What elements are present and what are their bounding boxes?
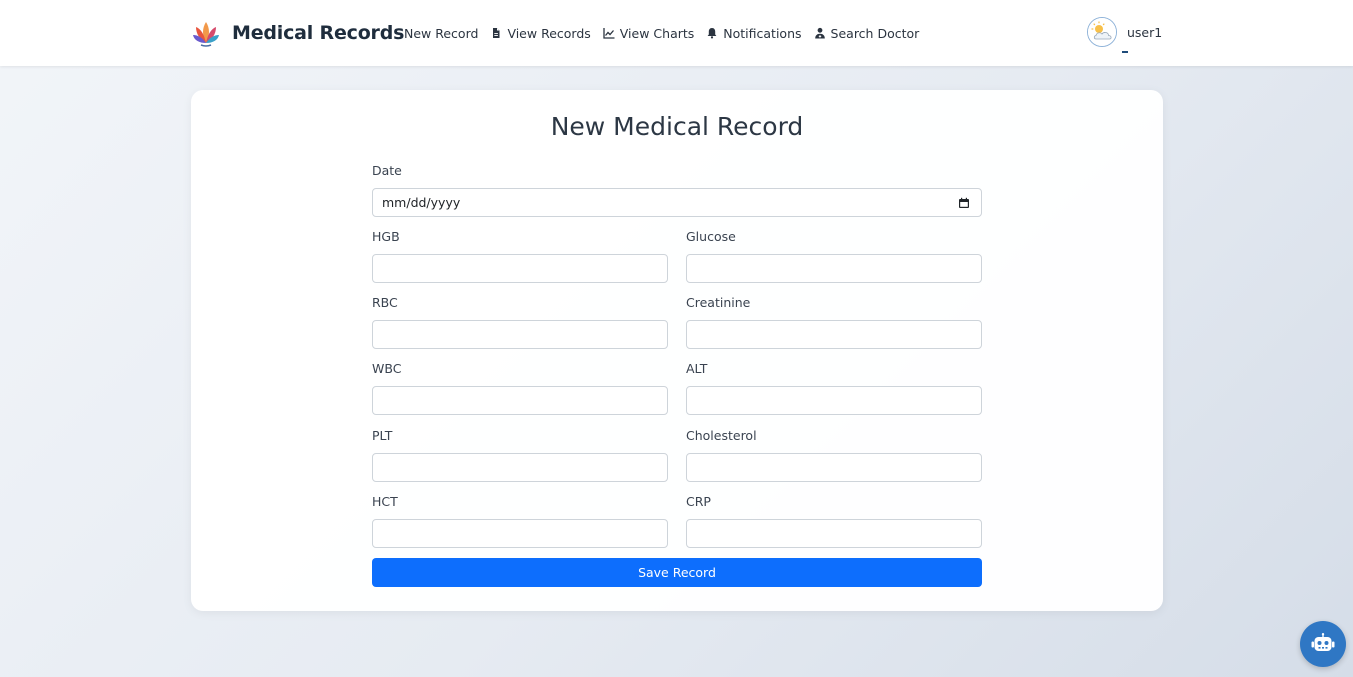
rbc-input[interactable] bbox=[372, 320, 668, 349]
nav-view-charts-label: View Charts bbox=[619, 25, 695, 41]
nav-search-doctor-label: Search Doctor bbox=[830, 25, 920, 41]
glucose-label: Glucose bbox=[686, 229, 736, 244]
chart-line-icon bbox=[603, 27, 615, 39]
plt-field-group: PLT bbox=[372, 428, 668, 482]
top-navbar: Medical Records New Record View Records … bbox=[0, 0, 1353, 66]
nav-search-doctor[interactable]: Search Doctor bbox=[814, 25, 920, 41]
hgb-input[interactable] bbox=[372, 254, 668, 283]
hgb-label: HGB bbox=[372, 229, 400, 244]
cholesterol-input[interactable] bbox=[686, 453, 982, 482]
bell-icon bbox=[706, 27, 718, 39]
page-title: New Medical Record bbox=[550, 112, 804, 141]
nav-new-record-label: New Record bbox=[404, 25, 479, 41]
nav-notifications-label: Notifications bbox=[723, 25, 802, 41]
date-label: Date bbox=[372, 163, 402, 178]
user-name: user1 bbox=[1127, 25, 1163, 40]
user-menu[interactable]: user1 bbox=[1087, 17, 1162, 53]
glucose-input[interactable] bbox=[686, 254, 982, 283]
hct-input[interactable] bbox=[372, 519, 668, 548]
cholesterol-field-group: Cholesterol bbox=[686, 428, 982, 482]
user-dropdown-indicator bbox=[1122, 51, 1128, 53]
creatinine-label: Creatinine bbox=[686, 295, 751, 310]
alt-input[interactable] bbox=[686, 386, 982, 415]
alt-field-group: ALT bbox=[686, 361, 982, 415]
rbc-label: RBC bbox=[372, 295, 398, 310]
file-icon bbox=[490, 27, 502, 39]
chatbot-button[interactable] bbox=[1300, 621, 1346, 667]
user-doctor-icon bbox=[814, 27, 826, 39]
wbc-input[interactable] bbox=[372, 386, 668, 415]
creatinine-input[interactable] bbox=[686, 320, 982, 349]
date-input[interactable]: mm/dd/yyyy bbox=[372, 188, 982, 217]
brand-name: Medical Records bbox=[232, 22, 405, 44]
nav-view-records-label: View Records bbox=[507, 25, 591, 41]
nav-view-charts[interactable]: View Charts bbox=[603, 25, 695, 41]
plt-input[interactable] bbox=[372, 453, 668, 482]
hct-field-group: HCT bbox=[372, 494, 668, 548]
nav-view-records[interactable]: View Records bbox=[490, 25, 591, 41]
wbc-field-group: WBC bbox=[372, 361, 668, 415]
creatinine-field-group: Creatinine bbox=[686, 295, 982, 349]
hct-label: HCT bbox=[372, 494, 398, 509]
avatar[interactable] bbox=[1087, 17, 1117, 47]
rbc-field-group: RBC bbox=[372, 295, 668, 349]
save-record-button[interactable]: Save Record bbox=[372, 558, 982, 587]
new-record-card: New Medical Record Date mm/dd/yyyy HGB G… bbox=[191, 90, 1163, 611]
glucose-field-group: Glucose bbox=[686, 229, 982, 283]
lotus-logo-icon bbox=[192, 18, 220, 48]
crp-field-group: CRP bbox=[686, 494, 982, 548]
brand[interactable]: Medical Records bbox=[192, 17, 404, 49]
robot-icon bbox=[1311, 633, 1335, 655]
cholesterol-label: Cholesterol bbox=[686, 428, 757, 443]
nav-new-record[interactable]: New Record bbox=[404, 26, 478, 41]
calendar-icon[interactable] bbox=[958, 197, 970, 209]
nav-notifications[interactable]: Notifications bbox=[706, 25, 802, 41]
wbc-label: WBC bbox=[372, 361, 402, 376]
plt-label: PLT bbox=[372, 428, 393, 443]
date-input-value: mm/dd/yyyy bbox=[382, 195, 461, 210]
alt-label: ALT bbox=[686, 361, 708, 376]
crp-input[interactable] bbox=[686, 519, 982, 548]
main-nav: New Record View Records View Charts Noti… bbox=[404, 23, 931, 43]
date-field-group: Date mm/dd/yyyy bbox=[372, 163, 982, 217]
crp-label: CRP bbox=[686, 494, 711, 509]
hgb-field-group: HGB bbox=[372, 229, 668, 283]
